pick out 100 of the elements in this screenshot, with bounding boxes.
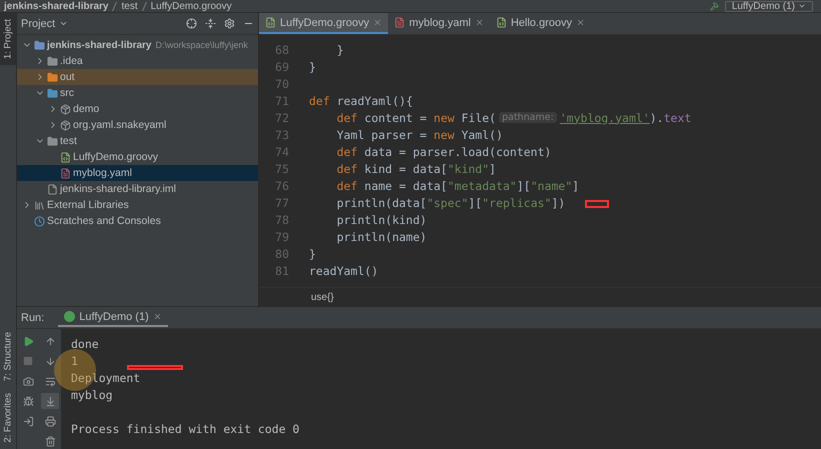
tree-item-label: .idea <box>60 55 83 67</box>
caret-icon <box>59 19 68 28</box>
line-number: 77 <box>274 196 290 210</box>
tool-window-tab[interactable]: 2: Favorites <box>0 387 16 449</box>
folder-icon <box>47 56 58 66</box>
line-number: 74 <box>274 144 290 158</box>
code-line: def kind = data["kind"] <box>336 162 496 176</box>
console-line: done <box>71 336 99 352</box>
yaml-file-icon <box>60 168 71 178</box>
locate-icon[interactable] <box>186 18 197 29</box>
tool-window-tab[interactable]: 1: Project <box>0 13 16 66</box>
tree-item[interactable]: org.yaml.snakeyaml <box>17 117 258 133</box>
tree-item[interactable]: demo <box>17 101 258 117</box>
code-line: } <box>309 60 316 74</box>
folder-icon <box>47 72 58 82</box>
clock-icon <box>34 216 45 226</box>
close-icon[interactable] <box>373 18 382 27</box>
code-line: println(name) <box>336 230 427 244</box>
groovy-file-icon <box>60 152 71 162</box>
tree-item[interactable]: Scratches and Consoles <box>17 213 258 229</box>
line-number: 69 <box>274 60 290 74</box>
line-number: 71 <box>274 94 290 108</box>
run-label: Run: <box>21 312 44 324</box>
line-number: 79 <box>274 230 290 244</box>
caret-icon <box>798 2 806 10</box>
tree-item[interactable]: src <box>17 85 258 101</box>
annotation-rectangle <box>127 365 183 370</box>
code-line: println(kind) <box>336 212 427 226</box>
close-icon[interactable] <box>576 18 585 27</box>
editor-tab[interactable]: LuffyDemo.groovy <box>259 13 388 34</box>
project-view-dropdown[interactable]: Project <box>21 18 68 30</box>
tree-item[interactable]: jenkins-shared-library.iml <box>17 181 258 197</box>
line-number: 75 <box>274 162 290 176</box>
arrow-down-icon <box>44 356 56 366</box>
module-folder-icon <box>34 40 45 50</box>
code-line: } <box>336 42 344 56</box>
line-number: 70 <box>274 76 290 90</box>
breadcrumb-item[interactable]: test <box>121 0 138 12</box>
tree-item-label: jenkins-shared-library.iml <box>60 183 176 195</box>
groovy-file-icon <box>496 17 507 28</box>
tree-item-label: test <box>60 135 77 147</box>
run-tab[interactable]: LuffyDemo (1) <box>58 308 168 327</box>
tree-item-label: demo <box>73 103 100 115</box>
tool-window-tab[interactable]: 7: Structure <box>0 326 16 388</box>
file-icon <box>47 184 58 194</box>
tree-item[interactable]: .idea <box>17 53 258 69</box>
separator-icon <box>112 2 118 10</box>
camera-icon <box>22 376 34 386</box>
tree-item[interactable]: External Libraries <box>17 197 258 213</box>
code-line: readYaml() <box>309 264 378 278</box>
library-icon <box>34 200 45 210</box>
line-number: 72 <box>274 110 290 124</box>
tree-item[interactable]: test <box>17 133 258 149</box>
code-breadcrumb[interactable]: use{} <box>311 292 334 303</box>
yaml-file-icon <box>394 17 406 28</box>
console-line: myblog <box>71 386 113 403</box>
trash-icon <box>44 436 56 446</box>
close-icon[interactable] <box>152 312 162 322</box>
console-line: 1 <box>71 352 78 369</box>
tree-item[interactable]: out <box>17 69 258 85</box>
bug-icon <box>22 396 34 406</box>
scroll-to-end-icon <box>44 396 56 406</box>
tree-item-label: src <box>60 87 74 99</box>
line-number: 80 <box>274 246 290 260</box>
tree-item-label: LuffyDemo.groovy <box>73 151 158 163</box>
package-icon <box>60 104 71 114</box>
line-number: 81 <box>274 264 290 278</box>
code-line: def readYaml(){ <box>309 94 413 108</box>
folder-icon <box>47 88 58 98</box>
breadcrumb-item[interactable]: LuffyDemo.groovy <box>150 0 232 12</box>
tree-item-label: out <box>60 71 75 83</box>
breadcrumb-item[interactable]: jenkins-shared-library <box>4 0 108 12</box>
settings-icon[interactable] <box>224 18 235 29</box>
code-line: def name = data["metadata"]["name"] <box>336 178 580 192</box>
run-configuration-dropdown[interactable]: LuffyDemo (1) <box>724 0 813 12</box>
editor-tab[interactable]: myblog.yaml <box>388 13 490 34</box>
code-line: } <box>309 246 316 260</box>
editor-tab[interactable]: Hello.groovy <box>490 13 591 34</box>
tree-item[interactable]: LuffyDemo.groovy <box>17 149 258 165</box>
console-exit-message: Process finished with exit code 0 <box>71 420 300 437</box>
build-icon[interactable] <box>710 2 719 10</box>
groovy-file-icon <box>265 17 276 28</box>
code-line: def content = new File( pathname: 'myblog.yaml').text <box>336 110 692 124</box>
tree-item[interactable]: myblog.yaml <box>17 165 258 181</box>
code-line: def data = parser.load(content) <box>336 144 552 158</box>
scroll-to-end-button[interactable] <box>41 393 59 409</box>
tree-item[interactable]: jenkins-shared-library D:\workspace\luffy\jenk <box>17 37 258 53</box>
tree-item-label: External Libraries <box>47 199 129 211</box>
collapse-icon[interactable] <box>205 18 216 29</box>
annotation-rectangle <box>585 200 609 208</box>
stop-icon <box>23 356 33 366</box>
line-number: 73 <box>274 128 290 142</box>
close-icon[interactable] <box>474 18 484 27</box>
console-line: Deployment <box>71 370 140 386</box>
folder-icon <box>47 136 58 146</box>
play-icon <box>22 336 34 346</box>
tree-item-label: jenkins-shared-library <box>47 40 152 50</box>
project-path: D:\workspace\luffy\jenk <box>155 40 248 50</box>
tree-item-label: org.yaml.snakeyaml <box>73 119 166 131</box>
line-number: 76 <box>274 178 290 192</box>
